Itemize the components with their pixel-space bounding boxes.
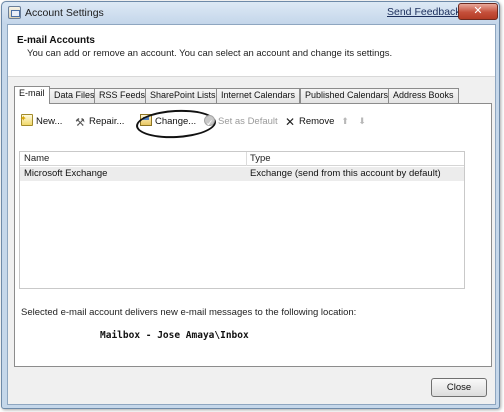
account-type-cell: Exchange (send from this account by defa… [250,168,441,179]
page-title: E-mail Accounts [17,35,95,46]
set-default-label: Set as Default [218,116,278,127]
dialog-client-area: E-mail Accounts You can add or remove an… [7,24,496,405]
set-as-default-button[interactable]: Set as Default [204,113,278,132]
account-settings-window: Account Settings Send Feedback ✕ E-mail … [1,1,500,409]
repair-label: Repair... [89,116,125,127]
change-icon [140,114,152,126]
tab-email[interactable]: E-mail [14,86,50,104]
send-feedback-link[interactable]: Send Feedback [387,6,461,18]
account-list[interactable]: Name Type Microsoft Exchange Exchange (s… [19,151,465,289]
title-bar: Account Settings Send Feedback ✕ [2,2,499,24]
column-header-type[interactable]: Type [250,153,271,164]
remove-x-icon: ✕ [284,115,296,129]
page-description: You can add or remove an account. You ca… [27,48,393,59]
tab-data-files[interactable]: Data Files [49,88,100,103]
tab-address-books[interactable]: Address Books [388,88,459,103]
tab-published-calendars[interactable]: Published Calendars [300,88,394,103]
account-toolbar: New... ⚒ Repair... Change... Set as Defau… [20,107,481,141]
repair-button[interactable]: ⚒ Repair... [74,113,124,131]
new-icon [20,110,33,128]
move-up-arrow-icon[interactable]: ⬆ [340,116,350,127]
email-tab-panel: New... ⚒ Repair... Change... Set as Defau… [14,103,492,367]
tab-internet-calendars[interactable]: Internet Calendars [216,88,301,103]
column-divider [246,152,247,166]
check-circle-icon [204,114,215,132]
window-close-button[interactable]: ✕ [458,3,498,20]
tab-rss-feeds[interactable]: RSS Feeds [94,88,151,103]
repair-tools-icon: ⚒ [75,117,85,129]
account-settings-icon [8,6,21,19]
delivery-location-value: Mailbox - Jose Amaya\Inbox [100,330,249,341]
new-account-button[interactable]: New... [20,110,63,131]
delivery-location-label: Selected e-mail account delivers new e-m… [21,307,357,318]
close-button[interactable]: Close [431,378,487,397]
tab-sharepoint-lists[interactable]: SharePoint Lists [145,88,221,103]
tab-strip: E-mail Data Files RSS Feeds SharePoint L… [14,86,492,104]
table-row[interactable]: Microsoft Exchange Exchange (send from t… [20,167,464,181]
list-header: Name Type [20,152,464,166]
move-down-arrow-icon[interactable]: ⬇ [357,116,367,127]
account-name-cell: Microsoft Exchange [24,168,108,179]
remove-label: Remove [299,116,335,127]
change-label: Change... [155,116,197,127]
remove-button[interactable]: ✕ Remove [284,113,334,131]
dialog-header: E-mail Accounts You can add or remove an… [8,25,495,77]
new-label: New... [36,116,63,127]
column-header-name[interactable]: Name [24,153,49,164]
window-title: Account Settings [25,7,104,19]
change-button[interactable]: Change... [140,113,196,131]
